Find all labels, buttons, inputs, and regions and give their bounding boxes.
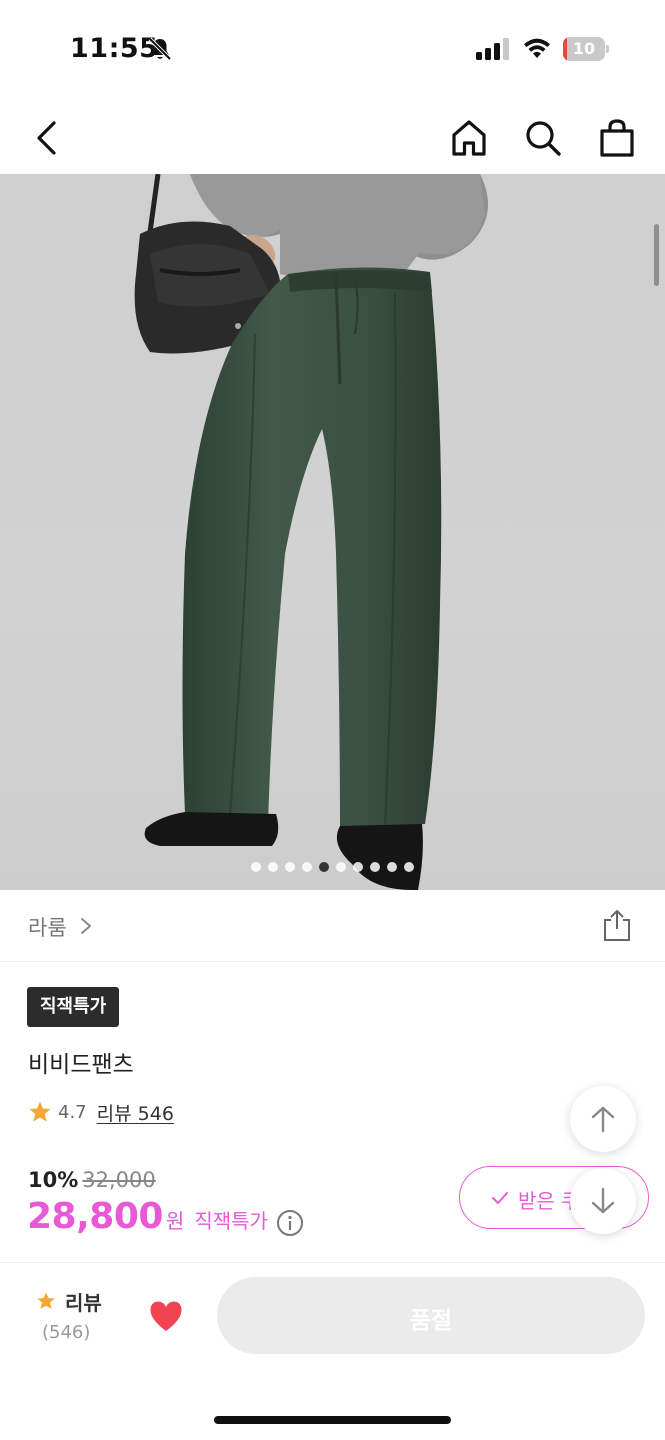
gallery-dot[interactable]	[387, 862, 397, 872]
gallery-dot[interactable]	[251, 862, 261, 872]
star-icon	[29, 1101, 51, 1122]
price-row: 28,800 원 직잭특가	[27, 1196, 304, 1242]
gallery-dot[interactable]	[268, 862, 278, 872]
product-title: 비비드팬츠	[28, 1052, 134, 1078]
check-icon	[492, 1192, 508, 1204]
soldout-label: 품절	[409, 1308, 453, 1334]
home-icon[interactable]	[449, 118, 489, 158]
product-image-gallery[interactable]	[0, 174, 665, 890]
scroll-bottom-button[interactable]	[570, 1168, 636, 1234]
arrow-down-icon	[591, 1187, 615, 1214]
search-icon[interactable]	[523, 118, 563, 158]
gallery-dot[interactable]	[404, 862, 414, 872]
review-link[interactable]: 리뷰 546	[97, 1099, 174, 1126]
status-time: 11:55	[70, 33, 159, 64]
bottom-review-label[interactable]: 리뷰	[65, 1287, 102, 1316]
battery-level-text: 10	[572, 39, 596, 58]
scroll-indicator[interactable]	[654, 224, 659, 286]
bottom-review-count[interactable]: (546)	[42, 1322, 90, 1343]
currency-unit: 원	[165, 1209, 185, 1233]
rating-value: 4.7	[58, 1101, 87, 1123]
gallery-pagination[interactable]	[0, 862, 665, 874]
brand-name[interactable]: 라룸	[28, 912, 67, 942]
home-indicator[interactable]	[214, 1416, 451, 1424]
original-price: 32,000	[82, 1168, 156, 1192]
scroll-top-button[interactable]	[570, 1086, 636, 1152]
gallery-dot[interactable]	[319, 862, 329, 872]
gallery-dot[interactable]	[302, 862, 312, 872]
gallery-dot[interactable]	[285, 862, 295, 872]
gallery-dot[interactable]	[336, 862, 346, 872]
top-navigation	[0, 100, 665, 174]
discount-row: 10% 32,000	[28, 1168, 156, 1198]
arrow-up-icon	[591, 1106, 615, 1133]
info-icon[interactable]	[276, 1209, 304, 1237]
price-tag-label: 직잭특가	[194, 1209, 268, 1233]
deal-badge: 직잭특가	[27, 987, 120, 1027]
shopping-bag-icon[interactable]	[597, 118, 637, 158]
sale-price: 28,800	[27, 1196, 163, 1237]
share-icon[interactable]	[600, 908, 634, 942]
gallery-dot[interactable]	[370, 862, 380, 872]
brand-row[interactable]: 라룸	[0, 890, 665, 962]
discount-rate: 10%	[28, 1168, 79, 1192]
product-photo	[134, 174, 488, 890]
bottom-action-bar: 리뷰 (546) 품절	[0, 1262, 665, 1440]
rating-row: 4.7 리뷰 546	[28, 1098, 174, 1126]
wifi-icon	[524, 38, 550, 58]
cellular-signal-icon	[476, 38, 509, 60]
heart-icon[interactable]	[148, 1299, 184, 1333]
back-chevron-icon[interactable]	[28, 118, 68, 158]
chevron-right-icon	[81, 918, 91, 934]
gallery-dot[interactable]	[353, 862, 363, 872]
battery-charging-icon: 10	[563, 37, 609, 61]
bell-muted-icon	[148, 37, 172, 61]
soldout-button[interactable]: 품절	[217, 1277, 645, 1354]
status-bar: 11:55 10	[0, 0, 665, 100]
star-icon	[37, 1292, 55, 1309]
